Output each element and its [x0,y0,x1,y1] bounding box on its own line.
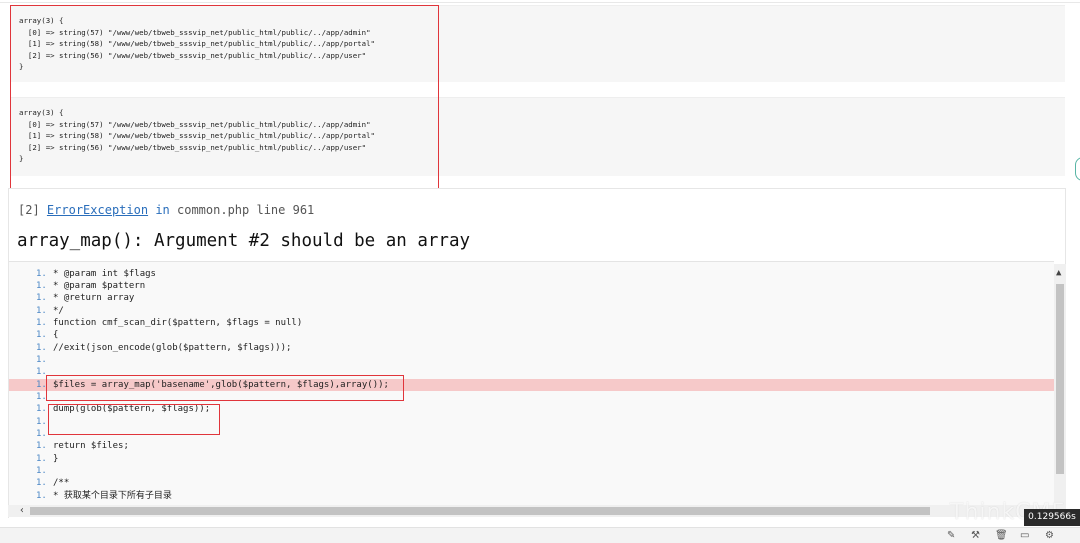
code-row: 1. * @return array [9,292,1054,304]
horizontal-scroll-thumb[interactable] [30,507,930,515]
code-text: * 获取某个目录下所有子目录 [53,490,172,501]
code-row: 1. * @param int $flags [9,268,1054,280]
highlighted-code-row: 1. $files = array_map('basename',glob($pa… [9,378,1054,391]
code-row: 1. [9,354,1054,366]
debug-toolbar: ✎ ⚒ 🗑 ▭ ⚙ [0,527,1080,543]
code-row: 1. [9,428,1054,440]
scroll-left-icon[interactable]: ‹ [19,505,25,516]
line-number: 1. [36,490,47,501]
line-number: 1. [36,478,47,489]
line-number: 1. [36,429,47,440]
line-number: 1. [36,268,47,279]
exception-index: [2] [18,203,40,217]
file-icon[interactable]: ▭ [1020,530,1029,541]
code-row: 1. */ [9,305,1054,317]
code-text: */ [53,305,64,316]
code-row: 1. { [9,329,1054,341]
exception-type-link[interactable]: ErrorException [47,203,148,217]
trash-icon[interactable]: 🗑 [995,530,1008,541]
line-number: 1. [36,293,47,304]
code-row: 1. dump(glob($pattern, $flags)); [9,403,1054,415]
dump-output-2-text: array(3) { [0] => string(57) "/www/web/t… [19,108,375,164]
code-text: { [53,330,59,341]
line-number: 1. [36,441,47,452]
code-row: 1. [9,366,1054,378]
code-row: 1. [9,391,1054,403]
code-row: 1. [9,465,1054,477]
code-text: dump(glob($pattern, $flags)); [53,404,211,415]
code-text: * @param $pattern [53,280,146,291]
exception-panel: [2] ErrorException in common.php line 96… [8,188,1066,518]
code-text: //exit(json_encode(glob($pattern, $flags… [53,342,292,353]
pin-icon[interactable]: ✎ [947,530,955,541]
code-row: 1. //exit(json_encode(glob($pattern, $fla… [9,342,1054,354]
exception-message: array_map(): Argument #2 should be an ar… [17,231,471,251]
line-number: 1. [36,379,47,390]
line-number: 1. [36,367,47,378]
exception-file-line: common.php line 961 [177,203,315,217]
exception-in-keyword: in [155,203,170,217]
line-number: 1. [36,330,47,341]
code-text: } [53,453,59,464]
code-row: 1. * 获取某个目录下所有子目录 [9,490,1054,502]
line-number: 1. [36,392,47,402]
code-row: 1.} [9,453,1054,465]
source-code-view: 1. * @param int $flags 1. * @param $pattern… [9,261,1054,508]
dump-output-1-text: array(3) { [0] => string(57) "/www/web/t… [19,16,375,72]
code-row: 1. function cmf_scan_dir($pattern, $flags… [9,317,1054,329]
code-text: * @param int $flags [53,268,156,279]
code-text: * @return array [53,293,135,304]
line-number: 1. [36,416,47,427]
gear-icon[interactable]: ⚙ [1045,530,1054,541]
line-number: 1. [36,342,47,353]
line-number: 1. [36,453,47,464]
top-divider [0,2,1080,3]
horizontal-scrollbar[interactable] [8,505,1054,517]
request-time-badge[interactable]: 0.129566s [1024,509,1080,526]
scroll-up-icon[interactable]: ▲ [1056,268,1061,278]
code-row: 1. /** [9,477,1054,489]
line-number: 1. [36,404,47,415]
tool-icon[interactable]: ⚒ [971,530,980,541]
code-text: $files = array_map('basename',glob($patt… [53,379,389,390]
line-number: 1. [36,280,47,291]
code-row: 1. [9,416,1054,428]
line-number: 1. [36,317,47,328]
code-row: 1. * @param $pattern [9,280,1054,292]
exception-header: [2] ErrorException in common.php line 96… [18,203,314,217]
code-text: return $files; [53,441,129,452]
vertical-scrollbar[interactable] [1054,264,1066,509]
code-row: 1. return $files; [9,440,1054,452]
code-text: function cmf_scan_dir($pattern, $flags =… [53,317,303,328]
code-text: /** [53,478,70,489]
line-number: 1. [36,466,47,477]
line-number: 1. [36,305,47,316]
vertical-scroll-thumb[interactable] [1056,284,1064,474]
dump-output-2: array(3) { [0] => string(57) "/www/web/t… [10,97,1065,176]
dump-output-1: array(3) { [0] => string(57) "/www/web/t… [10,5,1065,82]
side-feedback-button[interactable] [1075,157,1080,181]
line-number: 1. [36,354,47,365]
